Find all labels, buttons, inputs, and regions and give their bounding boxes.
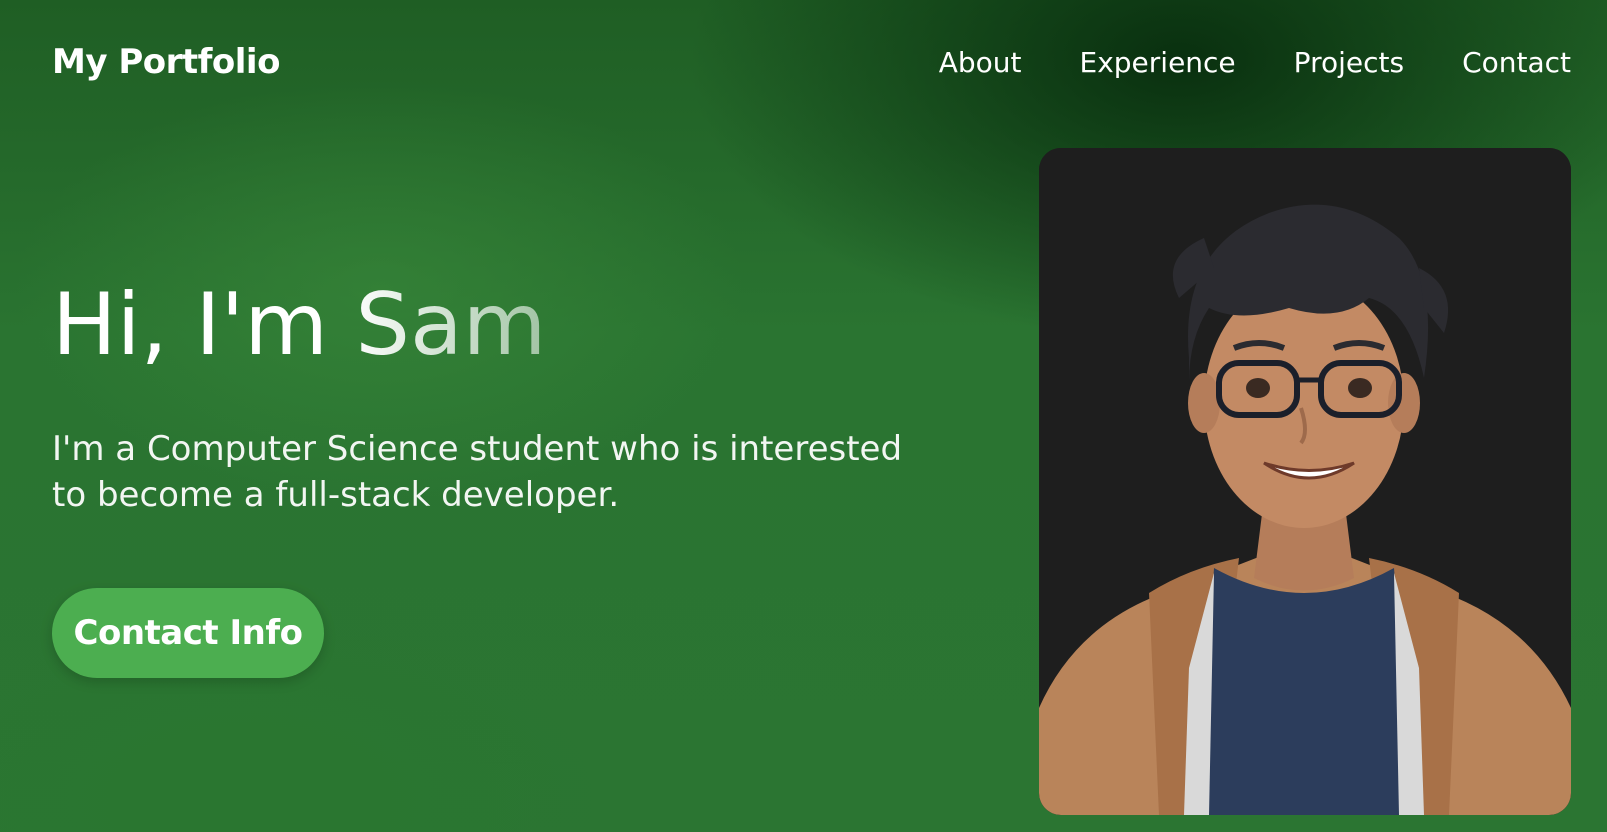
top-navbar: My Portfolio About Experience Projects C… [0,0,1607,128]
hero-subtitle: I'm a Computer Science student who is in… [52,429,903,515]
hero-title: Hi, I'm Sam [52,275,547,375]
contact-info-button[interactable]: Contact Info [52,588,324,678]
nav-links: About Experience Projects Contact [939,46,1571,79]
nav-link-experience[interactable]: Experience [1080,46,1236,79]
nav-link-projects[interactable]: Projects [1294,46,1404,79]
nav-link-about[interactable]: About [939,46,1022,79]
nav-link-contact[interactable]: Contact [1462,46,1571,79]
profile-portrait [1039,148,1571,815]
site-logo[interactable]: My Portfolio [52,42,280,82]
avatar-illustration-icon [1039,148,1571,815]
